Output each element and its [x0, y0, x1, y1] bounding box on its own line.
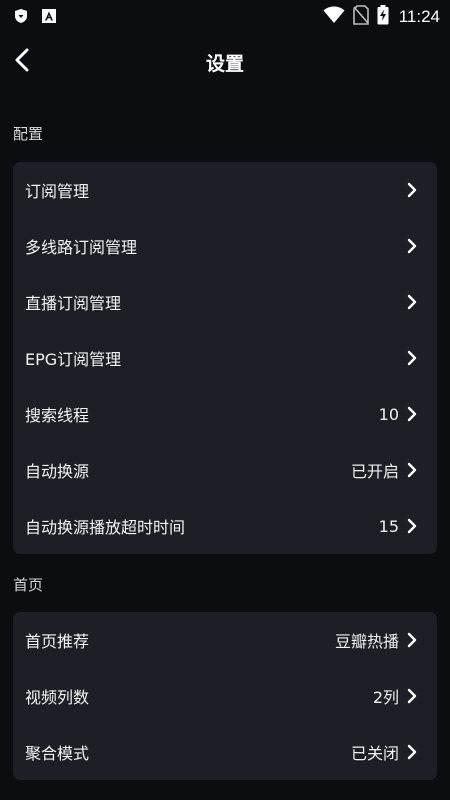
row-label: 多线路订阅管理: [25, 238, 138, 257]
setting-row-aggregate-mode[interactable]: 聚合模式 已关闭: [13, 724, 437, 780]
settings-card-home: 首页推荐 豆瓣热播 视频列数 2列 聚合模式 已关闭: [13, 612, 437, 780]
setting-row-multi-line-subscription[interactable]: 多线路订阅管理: [13, 218, 437, 274]
row-value: 2列: [372, 688, 399, 707]
setting-row-epg-subscription[interactable]: EPG订阅管理: [13, 330, 437, 386]
row-label: 自动换源播放超时时间: [25, 518, 186, 537]
chevron-right-icon: [405, 294, 419, 310]
page-title: 设置: [205, 53, 244, 75]
chevron-right-icon: [405, 744, 419, 760]
section-label-home: 首页: [13, 576, 44, 594]
status-time: 11:24: [398, 7, 440, 26]
battery-charging-icon: [377, 5, 389, 29]
section-label-config: 配置: [13, 125, 44, 143]
row-label: 聚合模式: [25, 744, 90, 763]
chevron-right-icon: [405, 688, 419, 704]
row-value: 已关闭: [350, 744, 399, 763]
chevron-right-icon: [405, 182, 419, 198]
row-label: 首页推荐: [25, 632, 90, 651]
setting-row-video-columns[interactable]: 视频列数 2列: [13, 668, 437, 724]
row-value: 15: [378, 516, 399, 536]
row-value: 豆瓣热播: [334, 632, 399, 651]
chevron-right-icon: [405, 350, 419, 366]
header: 设置: [0, 36, 450, 88]
row-value: 已开启: [350, 462, 399, 481]
row-label: EPG订阅管理: [25, 350, 122, 369]
row-label: 搜索线程: [25, 406, 90, 425]
settings-card-config: 订阅管理 多线路订阅管理 直播订阅管理 EPG订阅管理 搜索线程 10 自动换源…: [13, 162, 437, 554]
chevron-right-icon: [405, 238, 419, 254]
setting-row-home-recommend[interactable]: 首页推荐 豆瓣热播: [13, 612, 437, 668]
setting-row-auto-switch-timeout[interactable]: 自动换源播放超时时间 15: [13, 498, 437, 554]
status-bar: 11:24: [0, 0, 450, 32]
setting-row-search-threads[interactable]: 搜索线程 10: [13, 386, 437, 442]
row-label: 订阅管理: [25, 182, 90, 201]
setting-row-live-subscription[interactable]: 直播订阅管理: [13, 274, 437, 330]
shield-icon: [13, 8, 29, 24]
setting-row-subscription-management[interactable]: 订阅管理: [13, 162, 437, 218]
chevron-right-icon: [405, 632, 419, 648]
setting-row-auto-switch-source[interactable]: 自动换源 已开启: [13, 442, 437, 498]
chevron-right-icon: [405, 462, 419, 478]
no-sim-icon: [352, 5, 369, 29]
chevron-right-icon: [405, 518, 419, 534]
row-label: 自动换源: [25, 462, 90, 481]
wifi-icon: [323, 6, 345, 28]
a-icon: [41, 8, 57, 24]
row-label: 视频列数: [25, 688, 90, 707]
row-label: 直播订阅管理: [25, 294, 122, 313]
row-value: 10: [378, 404, 399, 424]
chevron-right-icon: [405, 406, 419, 422]
